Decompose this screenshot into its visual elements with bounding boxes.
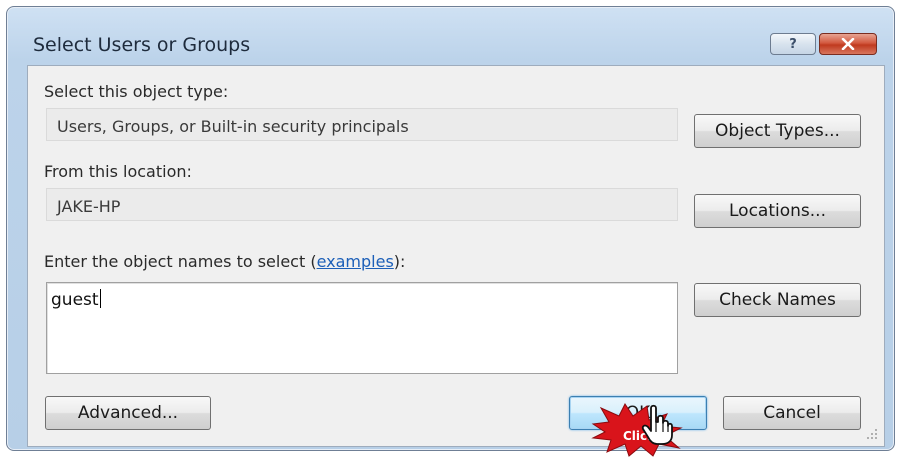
object-types-button[interactable]: Object Types... <box>694 114 861 148</box>
object-names-value: guest <box>51 290 99 310</box>
close-button[interactable] <box>819 33 877 55</box>
names-label: Enter the object names to select (exampl… <box>44 252 405 271</box>
location-field: JAKE-HP <box>46 188 678 221</box>
names-label-prefix: Enter the object names to select ( <box>44 252 317 271</box>
names-label-suffix: ): <box>393 252 406 271</box>
help-button[interactable]: ? <box>770 33 816 55</box>
close-icon <box>841 38 855 50</box>
cancel-button[interactable]: Cancel <box>723 396 861 430</box>
examples-link[interactable]: examples <box>317 252 394 271</box>
locations-button[interactable]: Locations... <box>694 194 861 228</box>
advanced-button[interactable]: Advanced... <box>45 396 211 430</box>
select-users-dialog: Select Users or Groups ? Select this obj… <box>6 6 895 451</box>
location-label: From this location: <box>44 162 192 181</box>
dialog-body: Select this object type: Users, Groups, … <box>27 65 885 447</box>
resize-grip-icon[interactable] <box>866 428 878 440</box>
hand-pointer-icon <box>641 404 673 445</box>
title-bar[interactable]: Select Users or Groups ? <box>7 7 894 59</box>
object-names-input[interactable]: guest <box>46 282 678 374</box>
text-caret <box>99 289 101 308</box>
dialog-title: Select Users or Groups <box>33 34 251 56</box>
help-icon: ? <box>789 36 797 52</box>
check-names-button[interactable]: Check Names <box>694 283 861 317</box>
object-type-field: Users, Groups, or Built-in security prin… <box>46 108 678 141</box>
object-type-label: Select this object type: <box>44 82 229 101</box>
